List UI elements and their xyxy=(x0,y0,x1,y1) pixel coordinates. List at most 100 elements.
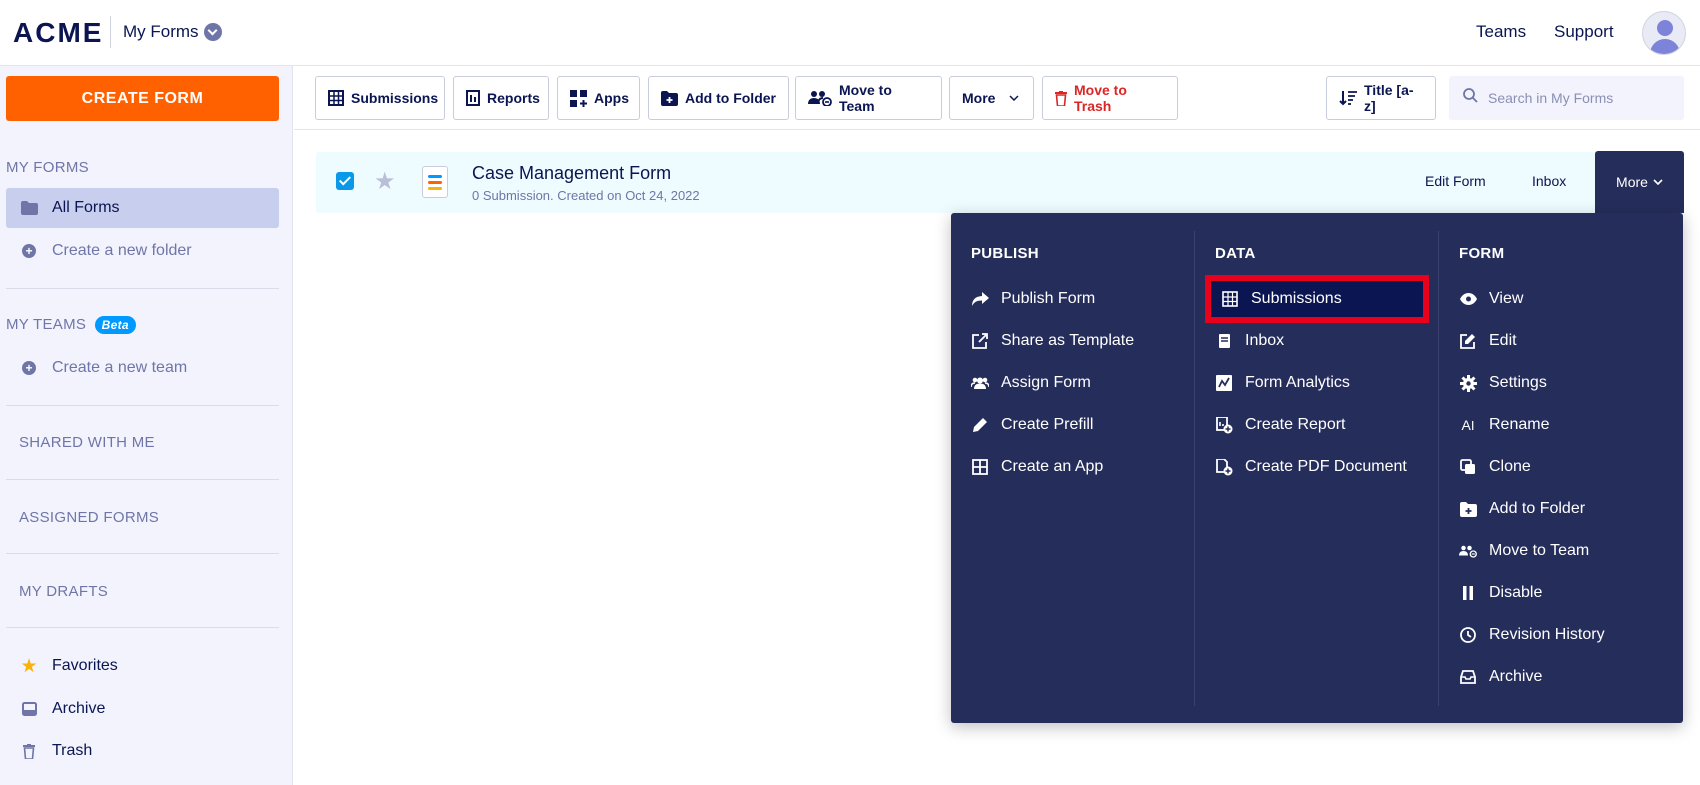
menu-item-edit[interactable]: Edit xyxy=(1459,323,1517,359)
clone-icon xyxy=(1459,458,1477,476)
add-to-folder-button[interactable]: Add to Folder xyxy=(648,76,789,120)
sidebar-item-archive[interactable]: Archive xyxy=(6,689,279,729)
sidebar-item-label: Create a new folder xyxy=(52,242,192,259)
publish-heading: PUBLISH xyxy=(971,245,1039,262)
form-checkbox[interactable] xyxy=(336,172,354,190)
sort-button[interactable]: Title [a-z] xyxy=(1326,76,1436,120)
pause-icon xyxy=(1459,584,1477,602)
menu-item-add-folder[interactable]: Add to Folder xyxy=(1459,491,1585,527)
more-button[interactable]: More xyxy=(949,76,1034,120)
edit-form-button[interactable]: Edit Form xyxy=(1425,173,1486,189)
form-icon xyxy=(422,166,448,198)
my-teams-label: MY TEAMS Beta xyxy=(6,316,136,334)
plus-circle-icon: + xyxy=(20,361,38,375)
chevron-down-icon[interactable] xyxy=(204,23,222,41)
archive-icon xyxy=(20,702,38,716)
chevron-down-icon xyxy=(1653,179,1663,185)
search-input[interactable] xyxy=(1488,90,1678,106)
menu-item-publish-form[interactable]: Publish Form xyxy=(971,281,1095,317)
chevron-down-icon xyxy=(1009,95,1019,101)
create-form-button[interactable]: CREATE FORM xyxy=(6,76,279,121)
menu-item-assign-form[interactable]: Assign Form xyxy=(971,365,1091,401)
share-arrow-icon xyxy=(971,290,989,308)
form-subtitle: 0 Submission. Created on Oct 24, 2022 xyxy=(472,188,700,203)
apps-icon xyxy=(570,89,587,107)
menu-item-disable[interactable]: Disable xyxy=(1459,575,1542,611)
submissions-button[interactable]: Submissions xyxy=(315,76,445,120)
analytics-icon xyxy=(1215,374,1233,392)
archive-icon xyxy=(1459,668,1477,686)
pdf-add-icon xyxy=(1215,458,1233,476)
inbox-icon xyxy=(1215,332,1233,350)
my-forms-label: MY FORMS xyxy=(6,159,89,176)
star-icon[interactable]: ★ xyxy=(374,167,396,196)
star-icon: ★ xyxy=(20,655,38,677)
menu-item-create-app[interactable]: Create an App xyxy=(971,449,1103,485)
menu-item-move-team[interactable]: Move to Team xyxy=(1459,533,1589,569)
sidebar-item-create-team[interactable]: + Create a new team xyxy=(6,348,279,388)
report-add-icon xyxy=(1215,416,1233,434)
external-share-icon xyxy=(971,332,989,350)
form-title[interactable]: Case Management Form xyxy=(472,163,671,184)
sidebar-item-all-forms[interactable]: All Forms xyxy=(6,188,279,228)
sort-icon xyxy=(1339,90,1357,106)
move-to-team-button[interactable]: Move to Team xyxy=(795,76,942,120)
sidebar-item-favorites[interactable]: ★ Favorites xyxy=(6,646,279,686)
menu-item-archive[interactable]: Archive xyxy=(1459,659,1542,695)
menu-item-rename[interactable]: AI Rename xyxy=(1459,407,1550,443)
edit-icon xyxy=(1459,332,1477,350)
menu-item-create-report[interactable]: Create Report xyxy=(1215,407,1346,443)
menu-item-form-analytics[interactable]: Form Analytics xyxy=(1215,365,1350,401)
menu-item-revision-history[interactable]: Revision History xyxy=(1459,617,1605,653)
folder-plus-icon xyxy=(1459,500,1477,518)
sidebar-item-label: Archive xyxy=(52,700,106,717)
menu-item-settings[interactable]: Settings xyxy=(1459,365,1547,401)
trash-icon xyxy=(20,743,38,759)
sidebar-item-label: Favorites xyxy=(52,657,118,674)
eye-icon xyxy=(1459,290,1477,308)
inbox-button[interactable]: Inbox xyxy=(1532,173,1566,189)
sidebar-item-trash[interactable]: Trash xyxy=(6,731,279,771)
avatar[interactable] xyxy=(1642,11,1686,55)
top-header: ACME My Forms Teams Support xyxy=(0,0,1700,66)
pen-icon xyxy=(971,416,989,434)
menu-item-inbox[interactable]: Inbox xyxy=(1215,323,1284,359)
search-icon xyxy=(1463,88,1478,108)
menu-item-submissions[interactable]: Submissions xyxy=(1205,275,1429,323)
support-link[interactable]: Support xyxy=(1554,22,1614,42)
sidebar-item-drafts[interactable]: MY DRAFTS xyxy=(19,583,108,600)
search-box[interactable] xyxy=(1449,76,1684,120)
reports-icon xyxy=(466,90,480,106)
row-more-button[interactable]: More xyxy=(1595,151,1684,213)
clock-icon xyxy=(1459,626,1477,644)
menu-item-view[interactable]: View xyxy=(1459,281,1523,317)
menu-item-clone[interactable]: Clone xyxy=(1459,449,1531,485)
menu-item-share-template[interactable]: Share as Template xyxy=(971,323,1134,359)
user-icon xyxy=(1657,20,1673,36)
form-list-item[interactable]: ★ Case Management Form 0 Submission. Cre… xyxy=(316,151,1684,213)
sidebar-item-create-folder[interactable]: + Create a new folder xyxy=(6,231,279,271)
sidebar-item-label: Create a new team xyxy=(52,359,188,376)
team-icon xyxy=(1459,542,1477,560)
teams-link[interactable]: Teams xyxy=(1476,22,1526,42)
rename-icon: AI xyxy=(1461,417,1475,433)
page-title[interactable]: My Forms xyxy=(123,22,199,42)
menu-item-create-pdf[interactable]: Create PDF Document xyxy=(1215,449,1407,485)
sidebar-item-label: All Forms xyxy=(52,199,120,216)
beta-badge: Beta xyxy=(94,316,136,334)
reports-button[interactable]: Reports xyxy=(453,76,549,120)
gear-icon xyxy=(1459,374,1477,392)
move-to-trash-button[interactable]: Move to Trash xyxy=(1042,76,1178,120)
acme-logo[interactable]: ACME xyxy=(13,17,103,49)
sidebar-item-shared[interactable]: SHARED WITH ME xyxy=(19,434,155,451)
toolbar: Submissions Reports Apps Add to Folder M… xyxy=(294,66,1700,130)
sidebar-item-assigned[interactable]: ASSIGNED FORMS xyxy=(19,509,159,526)
more-dropdown-menu: PUBLISH Publish Form Share as Template A… xyxy=(951,213,1683,723)
sidebar-item-label: Trash xyxy=(52,742,93,759)
form-heading: FORM xyxy=(1459,245,1505,262)
plus-circle-icon: + xyxy=(20,244,38,258)
menu-item-create-prefill[interactable]: Create Prefill xyxy=(971,407,1093,443)
sidebar: CREATE FORM MY FORMS All Forms + Create … xyxy=(0,66,293,785)
folder-plus-icon xyxy=(661,90,678,106)
apps-button[interactable]: Apps xyxy=(557,76,640,120)
